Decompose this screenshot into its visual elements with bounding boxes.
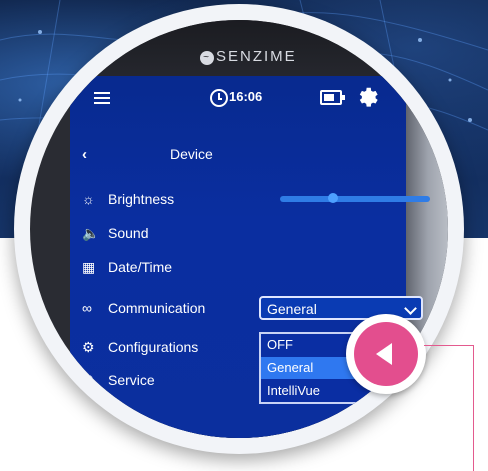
menu-item-label: Info bbox=[108, 405, 132, 421]
menu-item-label: Configurations bbox=[108, 339, 199, 355]
tools-icon: ✖ bbox=[82, 371, 94, 388]
menu-item-label: Communication bbox=[108, 300, 206, 316]
brightness-icon: ☼ bbox=[82, 191, 95, 207]
arrow-left-icon bbox=[376, 343, 392, 365]
brightness-slider[interactable] bbox=[280, 196, 430, 202]
gears-icon: ⚙ bbox=[82, 338, 95, 355]
brightness-slider-handle[interactable] bbox=[327, 193, 338, 203]
menu-item-label: Date/Time bbox=[108, 259, 173, 275]
clock-time: 16:06 bbox=[229, 89, 263, 104]
screen-topbar: 16:06 bbox=[70, 76, 406, 120]
menu-item-brightness[interactable]: ☼ Brightness bbox=[82, 188, 174, 210]
link-icon: ∞ bbox=[82, 300, 92, 316]
menu-item-sound[interactable]: 🔈 Sound bbox=[82, 222, 148, 244]
clock-icon bbox=[210, 89, 228, 107]
brand-logo-icon: ~ bbox=[200, 51, 214, 65]
chevron-down-icon[interactable] bbox=[404, 302, 417, 315]
menu-item-communication[interactable]: ∞ Communication bbox=[82, 297, 205, 319]
menu-item-service[interactable]: ✖ Service bbox=[82, 369, 155, 391]
menu-hamburger-icon[interactable] bbox=[94, 92, 110, 104]
menu-item-label: Sound bbox=[108, 225, 149, 241]
page-title: Device bbox=[170, 146, 213, 162]
callout-marker bbox=[346, 314, 426, 394]
callout-marker-badge bbox=[354, 322, 418, 386]
menu-item-label: Brightness bbox=[108, 191, 175, 207]
back-chevron-icon[interactable]: ‹ bbox=[82, 146, 87, 163]
menu-item-date-time[interactable]: ▦ Date/Time bbox=[82, 256, 172, 278]
communication-select-value: General bbox=[267, 301, 317, 317]
callout-leader-line-vertical bbox=[473, 345, 474, 471]
device-brand: ~ SENZIME bbox=[200, 48, 297, 65]
battery-icon bbox=[320, 90, 345, 105]
gear-icon[interactable] bbox=[356, 85, 380, 109]
callout-leader-line bbox=[424, 345, 474, 346]
menu-item-configurations[interactable]: ⚙ Configurations bbox=[82, 336, 198, 358]
speaker-icon: 🔈 bbox=[82, 224, 100, 241]
menu-item-info[interactable]: Info bbox=[82, 402, 131, 424]
menu-item-label: Service bbox=[108, 372, 155, 388]
calendar-icon: ▦ bbox=[82, 258, 96, 275]
device-screen: 16:06 ‹ Device ☼ Brightness 🔈 Sound ▦ Da… bbox=[70, 76, 430, 438]
